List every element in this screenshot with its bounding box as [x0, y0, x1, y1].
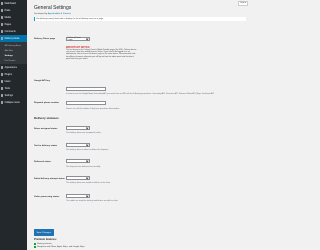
sidebar-item-dashboard[interactable]: Dashboard: [0, 0, 27, 7]
status-description: The delivery driver is about to deliver …: [66, 149, 109, 151]
chevron-down-icon: [85, 143, 89, 147]
main-content: Help ▾ General Settings Developed by App…: [28, 0, 250, 250]
wrench-icon: [1, 87, 4, 90]
sidebar-item-tools[interactable]: Tools: [0, 85, 27, 92]
delivery-driver-page-select[interactable]: Delivery Driver Login: [66, 37, 90, 41]
page-title: General Settings: [34, 5, 72, 11]
status-label: Driver assigned status: [34, 128, 58, 130]
collapse-icon: [1, 101, 4, 104]
sidebar-item-users[interactable]: Users: [0, 78, 27, 85]
pin-icon: [1, 9, 4, 12]
driver-assigned-status-select[interactable]: [66, 126, 90, 130]
status-description: The shipment was delivered successfully.: [66, 166, 101, 168]
sidebar-submenu: All Delivery Areas Add New Settings Pro …: [0, 42, 27, 64]
save-changes-button[interactable]: Save Changes: [34, 229, 54, 236]
failed-delivery-status-select[interactable]: [66, 176, 90, 180]
sidebar-item-delivery-areas[interactable]: Delivery Areas: [0, 35, 27, 42]
dashboard-icon: [1, 2, 4, 5]
dispatch-phone-label: Dispatch phone number: [34, 102, 60, 104]
sidebar-item-media[interactable]: Media: [0, 14, 27, 21]
premium-feature-item: Navigation with Waze, Apple Maps, and Go…: [34, 246, 85, 248]
comment-icon: [1, 30, 4, 33]
developer-link-1[interactable]: Appsbuddha: [48, 13, 60, 15]
developer-link-2[interactable]: Pimwick: [63, 13, 71, 15]
status-label: Failed delivery attempt status: [34, 178, 65, 180]
delivery-driver-page-label: Delivery Driver page: [34, 38, 56, 40]
help-tab-button[interactable]: Help ▾: [238, 1, 248, 6]
sidebar-item-settings[interactable]: Settings: [0, 92, 27, 99]
sidebar-item-pages[interactable]: Pages: [0, 21, 27, 28]
premium-features-title: Premium features:: [34, 238, 57, 241]
order-processing-status-select[interactable]: [66, 194, 90, 198]
google-api-key-input[interactable]: [66, 87, 106, 91]
chevron-down-icon: [85, 126, 89, 130]
status-description: The delivery driver was assigned to orde…: [66, 132, 101, 134]
out-for-delivery-status-select[interactable]: [66, 143, 90, 147]
chevron-down-icon: [85, 194, 89, 198]
delivery-statuses-title: Delivery statuses: [34, 116, 59, 120]
delivered-status-select[interactable]: [66, 159, 90, 163]
submenu-pro-version[interactable]: Pro Version: [0, 58, 27, 63]
status-label: Delivered status: [34, 161, 51, 163]
location-icon: [1, 37, 4, 40]
sidebar-collapse-menu[interactable]: Collapse menu: [0, 99, 27, 106]
admin-sidebar: Dashboard Posts Media Pages Comments Del…: [0, 0, 27, 250]
status-description: The delivery driver was unable to delive…: [66, 182, 111, 184]
dispatch-phone-description: Drivers can call this number if they hav…: [66, 108, 120, 110]
plugin-icon: [1, 73, 4, 76]
developed-by: Developed by Appsbuddha & Pimwick: [34, 13, 71, 15]
brush-icon: [1, 66, 4, 69]
sidebar-item-posts[interactable]: Posts: [0, 7, 27, 14]
premium-feature-item: Routing features: [34, 243, 52, 245]
sidebar-item-appearance[interactable]: Appearance: [0, 64, 27, 71]
status-description: The orders are ready for delivery and dr…: [66, 200, 119, 202]
gear-icon: [1, 94, 4, 97]
chevron-down-icon: [85, 159, 89, 163]
google-api-key-label: Google API key: [34, 80, 50, 82]
status-label: Order processing status: [34, 196, 60, 198]
chevron-down-icon: [85, 176, 89, 180]
sidebar-item-plugins[interactable]: Plugins: [0, 71, 27, 78]
shortcode-notice: Use [delivery-areas] shortcode to displa…: [34, 17, 246, 21]
chevron-down-icon: [85, 37, 89, 41]
media-icon: [1, 16, 4, 19]
page-icon: [1, 23, 4, 26]
check-icon: [34, 243, 36, 245]
user-icon: [1, 80, 4, 83]
google-api-key-description: In order to use the Google Maps Geocodin…: [66, 93, 215, 95]
status-label: Out for delivery status: [34, 145, 58, 147]
driver-page-warning: IMPORTANT NOTICE The first device to the…: [66, 46, 137, 60]
sidebar-item-comments[interactable]: Comments: [0, 28, 27, 35]
check-icon: [34, 246, 36, 248]
dispatch-phone-input[interactable]: [66, 101, 106, 105]
